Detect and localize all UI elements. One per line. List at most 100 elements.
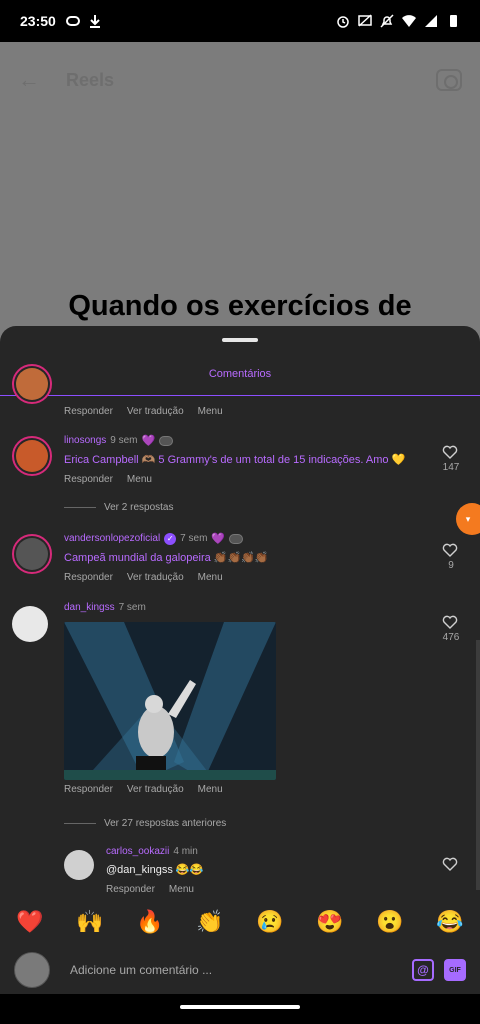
comment-header: vandersonlopezoficial ✓ 7 sem 💜	[64, 532, 420, 545]
gif-scene-graphic	[64, 622, 276, 780]
like-count: 476	[442, 632, 460, 643]
clap-emoji-button[interactable]: 👏	[195, 909, 225, 935]
menu-button[interactable]: Menu	[169, 884, 194, 895]
reels-title: Reels	[66, 69, 115, 90]
reply-item: carlos_ookazii 4 min @dan_kingss 😂😂 Resp…	[64, 844, 480, 904]
view-replies-label: Ver 2 respostas	[104, 502, 174, 513]
translate-button[interactable]: Ver tradução	[127, 784, 184, 795]
like-heart-icon[interactable]	[442, 856, 458, 872]
camera-icon[interactable]	[436, 69, 462, 91]
status-left-icons	[65, 14, 102, 28]
reply-button[interactable]: Responder	[64, 572, 113, 583]
back-arrow-icon[interactable]: ←	[18, 67, 40, 93]
comment-username[interactable]: carlos_ookazii	[106, 846, 169, 857]
floating-bubble-icon[interactable]: ▾	[456, 503, 480, 535]
comment-time: 4 min	[173, 846, 198, 857]
comment-actions: Responder Menu	[106, 884, 440, 895]
reply-button[interactable]: Responder	[64, 784, 113, 795]
wifi-icon	[402, 15, 416, 27]
laughing-emoji-button[interactable]: 😂	[435, 909, 465, 935]
reels-header: ← Reels	[0, 60, 480, 100]
like-heart-icon[interactable]	[442, 614, 458, 630]
avatar[interactable]	[12, 534, 52, 574]
emoji-quick-bar: ❤️ 🙌 🔥 👏 😢 😍 😮 😂	[0, 902, 480, 942]
view-replies-label: Ver 27 respostas anteriores	[104, 818, 227, 829]
replies-divider	[64, 507, 96, 508]
signal-icon	[425, 15, 437, 27]
avatar[interactable]	[12, 364, 52, 404]
mention-button[interactable]: @	[412, 959, 434, 981]
menu-button[interactable]: Menu	[198, 572, 223, 583]
battery-icon	[450, 15, 457, 27]
reply-button[interactable]: Responder	[64, 474, 113, 485]
comment-gif-image[interactable]	[64, 622, 276, 780]
comment-text: Erica Campbell 🫶🏽 5 Grammy's de um total…	[64, 454, 406, 466]
purple-heart-icon: 💜	[141, 435, 156, 447]
alarm-icon	[337, 16, 349, 28]
purple-heart-icon: 💜	[211, 533, 226, 545]
system-nav-bar	[0, 994, 480, 1024]
mute-icon	[380, 14, 394, 28]
translate-button[interactable]: Ver tradução	[127, 406, 184, 417]
comment-time: 9 sem	[110, 435, 138, 446]
fire-emoji-button[interactable]: 🔥	[135, 909, 165, 935]
like-count: 9	[448, 560, 454, 571]
crying-emoji-button[interactable]: 😢	[255, 909, 285, 935]
comment-username[interactable]: vandersonlopezoficial	[64, 533, 160, 544]
reply-button[interactable]: Responder	[106, 884, 155, 895]
my-avatar	[14, 952, 50, 988]
like-heart-icon[interactable]	[442, 444, 458, 460]
msg-icon	[65, 16, 80, 26]
comment-username[interactable]: dan_kingss	[64, 602, 115, 613]
like-heart-icon[interactable]	[442, 542, 458, 558]
sheet-drag-handle[interactable]	[222, 338, 258, 342]
comment-header: dan_kingss 7 sem	[64, 602, 420, 613]
cast-off-icon	[358, 14, 372, 27]
comment-actions-row: Responder Ver tradução Menu	[12, 784, 480, 804]
reel-video[interactable]: ← Reels Quando os exercícios de	[0, 42, 480, 342]
surprised-emoji-button[interactable]: 😮	[375, 909, 405, 935]
translate-button[interactable]: Ver tradução	[127, 572, 184, 583]
heart-emoji-button[interactable]: ❤️	[15, 909, 45, 935]
comment-composer: @ GIF	[0, 946, 480, 994]
comment-actions: Responder Ver tradução Menu	[64, 784, 420, 795]
scrollbar[interactable]	[476, 640, 480, 890]
gif-button[interactable]: GIF	[444, 959, 466, 981]
comment-input[interactable]	[70, 963, 402, 977]
comment-time: 7 sem	[180, 533, 208, 544]
avatar[interactable]	[12, 436, 52, 476]
download-icon	[89, 15, 100, 28]
view-replies-button[interactable]: Ver 27 respostas anteriores	[64, 818, 226, 829]
reply-button[interactable]: Responder	[64, 406, 113, 417]
comment-text: Campeã mundial da galopeira 👏🏾👏🏾👏🏾👏🏾	[64, 552, 269, 564]
comment-header: carlos_ookazii 4 min	[106, 846, 440, 857]
menu-button[interactable]: Menu	[127, 474, 152, 485]
view-replies-button[interactable]: Ver 2 respostas	[64, 502, 173, 513]
creator-badge-icon	[229, 533, 244, 544]
comment-username[interactable]: linosongs	[64, 435, 106, 446]
home-gesture-pill[interactable]	[180, 1005, 300, 1009]
video-caption: Quando os exercícios de	[68, 290, 412, 322]
comment-time: 7 sem	[118, 602, 146, 613]
menu-button[interactable]: Menu	[198, 406, 223, 417]
comment-actions: Responder Ver tradução Menu	[64, 572, 420, 583]
menu-button[interactable]: Menu	[198, 784, 223, 795]
comment-actions: Responder Menu	[64, 474, 420, 485]
status-right-icons	[336, 14, 460, 28]
raised-hands-emoji-button[interactable]: 🙌	[75, 909, 105, 935]
status-bar: 23:50	[0, 0, 480, 42]
comment-item: linosongs 9 sem 💜 Erica Campbell 🫶🏽 5 Gr…	[12, 434, 480, 504]
status-time: 23:50	[20, 13, 56, 29]
comment-header: linosongs 9 sem 💜	[64, 434, 420, 447]
creator-badge-icon	[159, 435, 174, 446]
replies-divider	[64, 823, 96, 824]
avatar[interactable]	[12, 606, 48, 642]
comment-item: vandersonlopezoficial ✓ 7 sem 💜 Campeã m…	[12, 532, 480, 592]
like-count: 147	[442, 462, 460, 473]
verified-badge-icon: ✓	[164, 532, 177, 545]
heart-eyes-emoji-button[interactable]: 😍	[315, 909, 345, 935]
comment-actions: Responder Ver tradução Menu	[64, 406, 420, 417]
comment-text: @dan_kingss 😂😂	[106, 864, 204, 876]
comment-cutoff: Responder Ver tradução Menu	[12, 364, 480, 417]
avatar[interactable]	[64, 850, 94, 880]
